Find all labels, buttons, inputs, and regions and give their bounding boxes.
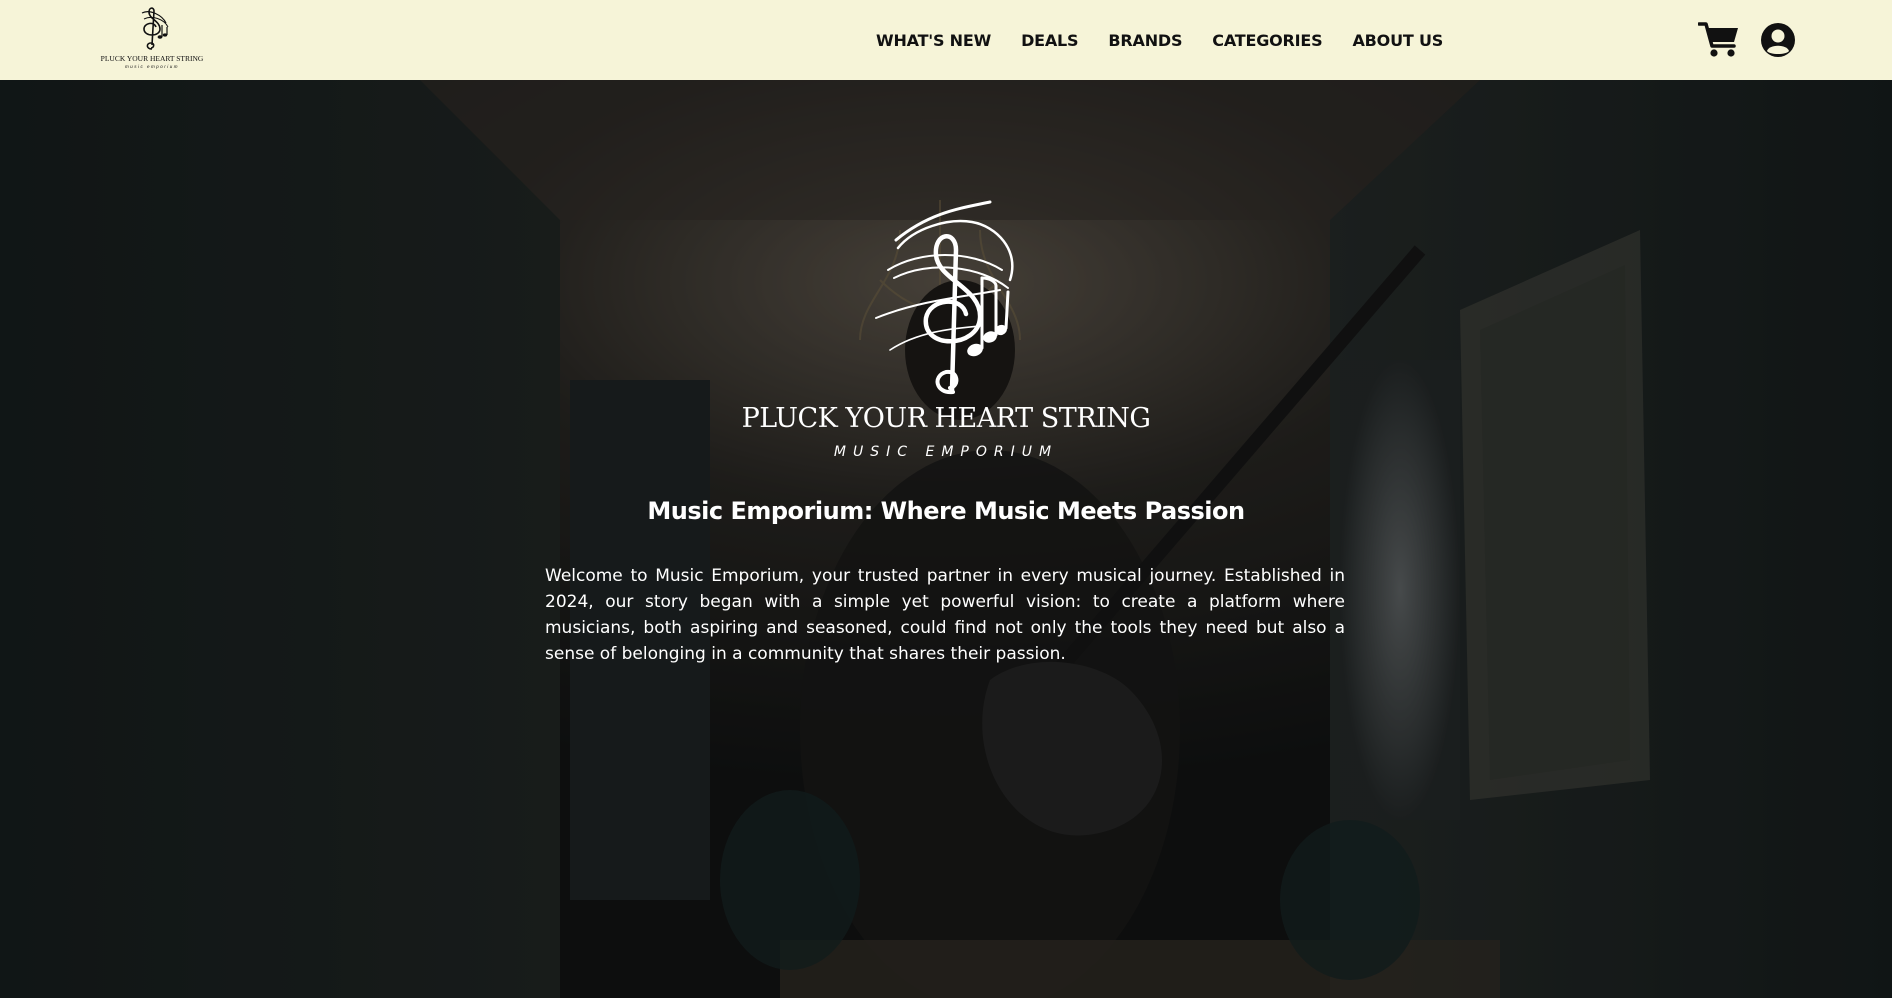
treble-clef-logo-icon — [141, 7, 169, 50]
cart-button[interactable] — [1697, 20, 1740, 58]
header-logo-title: PLUCK YOUR HEART STRING — [100, 54, 204, 63]
hero-section: PLUCK YOUR HEART STRING MUSIC EMPORIUM M… — [0, 80, 1892, 998]
page: PLUCK YOUR HEART STRING music emporium W… — [0, 0, 1892, 998]
treble-clef-emblem-icon — [875, 200, 1014, 395]
hero-heading: Music Emporium: Where Music Meets Passio… — [647, 497, 1245, 525]
hero-brand-subtitle: MUSIC EMPORIUM — [833, 444, 1059, 460]
nav-deals[interactable]: DEALS — [1021, 31, 1079, 50]
user-circle-icon — [1761, 23, 1795, 57]
main-nav: WHAT'S NEW DEALS BRANDS CATEGORIES ABOUT… — [876, 0, 1443, 80]
nav-whats-new[interactable]: WHAT'S NEW — [876, 31, 991, 50]
account-button[interactable] — [1760, 22, 1796, 58]
header-logo[interactable]: PLUCK YOUR HEART STRING music emporium — [100, 5, 204, 75]
site-header: PLUCK YOUR HEART STRING music emporium W… — [0, 0, 1892, 80]
nav-about-us[interactable]: ABOUT US — [1353, 31, 1444, 50]
shopping-cart-icon — [1697, 22, 1738, 57]
hero-body-text: Welcome to Music Emporium, your trusted … — [545, 566, 1345, 664]
nav-categories[interactable]: CATEGORIES — [1212, 31, 1322, 50]
header-logo-subtitle: music emporium — [124, 64, 179, 69]
hero-brand-title: PLUCK YOUR HEART STRING — [741, 403, 1151, 434]
nav-brands[interactable]: BRANDS — [1108, 31, 1182, 50]
